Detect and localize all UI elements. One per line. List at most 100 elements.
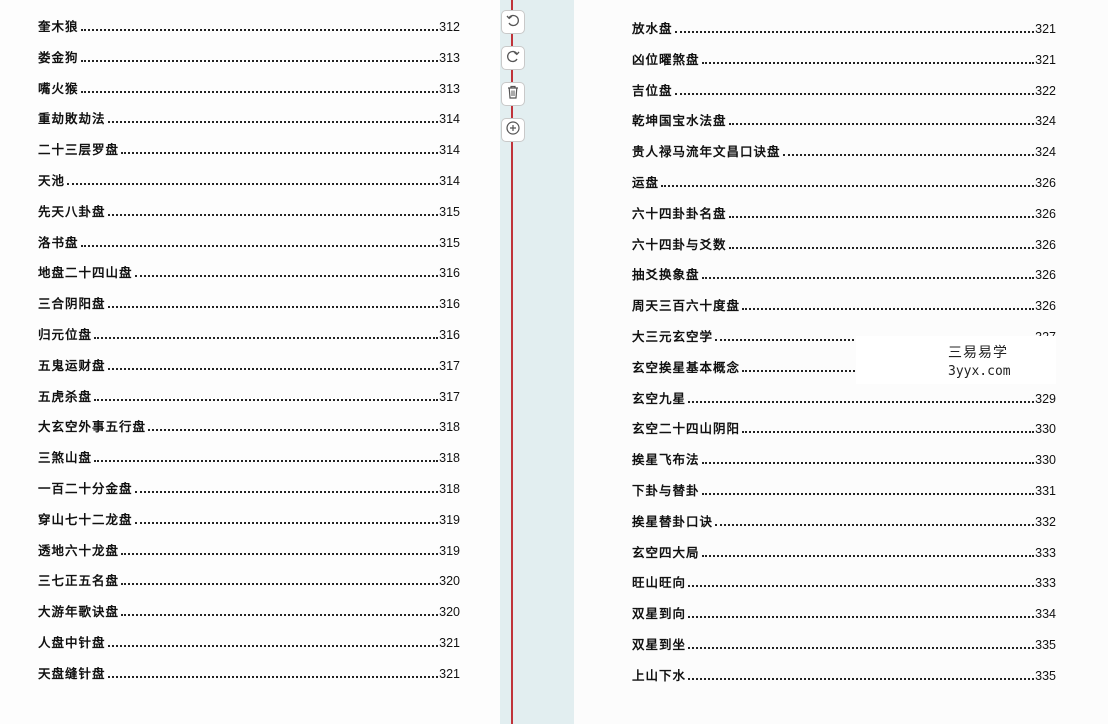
toc-entry-title: 玄空九星 [632,390,687,406]
toc-entry[interactable]: 抽爻换象盘 326 [632,265,1056,285]
toc-entry[interactable]: 奎木狼 312 [38,17,460,37]
toc-entry-title: 人盘中针盘 [38,635,106,650]
toc-entry-page: 326 [1035,268,1056,283]
toc-entry[interactable]: 下卦与替卦 331 [632,481,1056,501]
toc-dot-leader [782,154,1035,157]
toc-dot-leader [674,92,1035,95]
watermark: 三易易学 3yyx.com [856,336,1056,384]
toc-entry-page: 317 [439,389,460,404]
toc-entry-page: 331 [1035,484,1056,498]
toc-entry-title: 挨星飞布法 [632,452,700,468]
toc-entry-title: 周天三百六十度盘 [632,298,741,314]
toc-entry[interactable]: 运盘 326 [632,173,1056,193]
toc-entry-page: 326 [1035,237,1056,252]
toc-entry-title: 大玄空外事五行盘 [38,419,147,435]
toc-entry-page: 324 [1035,114,1056,129]
toc-entry[interactable]: 贵人禄马流年文昌口诀盘 324 [632,142,1056,162]
toc-entry[interactable]: 吉位盘 322 [632,81,1056,101]
toc-entry-page: 313 [439,81,460,96]
toc-entry[interactable]: 五虎杀盘 317 [38,387,460,407]
toc-entry-title: 奎木狼 [38,19,79,34]
toc-entry-title: 三煞山盘 [38,450,93,466]
toc-entry[interactable]: 天盘缝针盘 321 [38,664,460,684]
toc-entry[interactable]: 重劫敗劫法 314 [38,109,460,129]
toc-entry-title: 六十四卦与爻数 [632,236,727,252]
toc-entry[interactable]: 透地六十龙盘 319 [38,541,460,561]
toc-dot-leader [80,29,439,31]
toc-entry[interactable]: 地盘二十四山盘 316 [38,263,460,283]
toc-dot-leader [148,429,439,432]
toc-entry-title: 三合阴阳盘 [38,296,106,312]
toc-entry-page: 326 [1035,206,1056,221]
zoom-in-button[interactable] [501,118,525,142]
toc-entry[interactable]: 乾坤国宝水法盘 324 [632,111,1056,131]
toc-entry[interactable]: 玄空二十四山阴阳 330 [632,419,1056,439]
rotate-right-icon [505,48,521,68]
toc-dot-leader [80,244,439,247]
toc-entry[interactable]: 上山下水 335 [632,666,1056,686]
toc-entry[interactable]: 旺山旺向 333 [632,573,1056,593]
toc-entry[interactable]: 穿山七十二龙盘 319 [38,510,460,530]
toc-dot-leader [688,616,1035,619]
toc-entry[interactable]: 嘴火猴 313 [38,79,460,99]
toc-entry[interactable]: 天池 314 [38,171,460,191]
toc-entry[interactable]: 归元位盘 316 [38,325,460,345]
toc-entry-page: 316 [439,328,460,342]
toc-entry[interactable]: 玄空九星 329 [632,389,1056,409]
toc-entry[interactable]: 三煞山盘 318 [38,448,460,468]
toc-entry[interactable]: 挨星替卦口诀 332 [632,512,1056,532]
toc-entry[interactable]: 洛书盘 315 [38,233,460,253]
toc-entry[interactable]: 周天三百六十度盘 326 [632,296,1056,316]
toc-entry[interactable]: 放水盘 321 [632,19,1056,39]
toc-dot-leader [688,585,1035,588]
toc-entry-title: 归元位盘 [38,327,93,342]
rotate-left-button[interactable] [501,10,525,34]
toc-entry[interactable]: 五鬼运财盘 317 [38,356,460,376]
toc-entry-title: 放水盘 [632,21,673,36]
toc-dot-leader [701,61,1035,64]
toc-entry-title: 穿山七十二龙盘 [38,511,133,527]
toc-entry[interactable]: 玄空四大局 333 [632,543,1056,563]
toc-entry-title: 玄空四大局 [632,544,700,560]
toc-entry-page: 313 [439,50,460,65]
toc-dot-leader [121,583,439,586]
toc-entry-page: 314 [439,112,460,127]
toc-entry[interactable]: 二十三层罗盘 314 [38,140,460,160]
toc-entry[interactable]: 凶位曜煞盘 321 [632,50,1056,70]
toc-dot-leader [728,123,1035,126]
toc-entry[interactable]: 挨星飞布法 330 [632,450,1056,470]
toc-entry-title: 下卦与替卦 [632,483,700,498]
toc-dot-leader [94,398,439,401]
toc-entry-page: 318 [439,482,460,496]
toc-entry[interactable]: 一百二十分金盘 318 [38,479,460,499]
toc-entry-title: 五鬼运财盘 [38,357,106,373]
toc-entry[interactable]: 双星到向 334 [632,604,1056,624]
toc-entry-page: 319 [439,543,460,558]
toc-entry[interactable]: 娄金狗 313 [38,48,460,68]
toc-entry-page: 312 [439,20,460,34]
toc-entry-title: 一百二十分金盘 [38,481,133,496]
toc-entry[interactable]: 三合阴阳盘 316 [38,294,460,314]
toc-dot-leader [107,121,439,124]
toc-entry-page: 321 [439,636,460,650]
toc-entry-title: 先天八卦盘 [38,203,106,219]
rotate-right-button[interactable] [501,46,525,70]
toc-entry[interactable]: 大游年歌诀盘 320 [38,602,460,622]
toc-entry-page: 319 [439,512,460,527]
delete-button[interactable] [501,82,525,106]
toc-entry[interactable]: 先天八卦盘 315 [38,202,460,222]
toc-dot-leader [94,337,439,339]
toc-entry[interactable]: 三七正五名盘 320 [38,571,460,591]
toc-entry[interactable]: 人盘中针盘 321 [38,633,460,653]
toc-entry-page: 332 [1035,514,1056,529]
toc-entry[interactable]: 六十四卦卦名盘 326 [632,204,1056,224]
toc-entry-page: 324 [1035,145,1056,160]
toc-dot-leader [715,523,1035,526]
toc-entry[interactable]: 双星到坐 335 [632,635,1056,655]
toc-entry[interactable]: 六十四卦与爻数 326 [632,235,1056,255]
toc-entry-page: 321 [1035,22,1056,36]
toc-entry-page: 333 [1035,576,1056,591]
toc-entry[interactable]: 大玄空外事五行盘 318 [38,417,460,437]
toc-dot-leader [67,183,439,185]
toc-entry-title: 六十四卦卦名盘 [632,205,727,221]
